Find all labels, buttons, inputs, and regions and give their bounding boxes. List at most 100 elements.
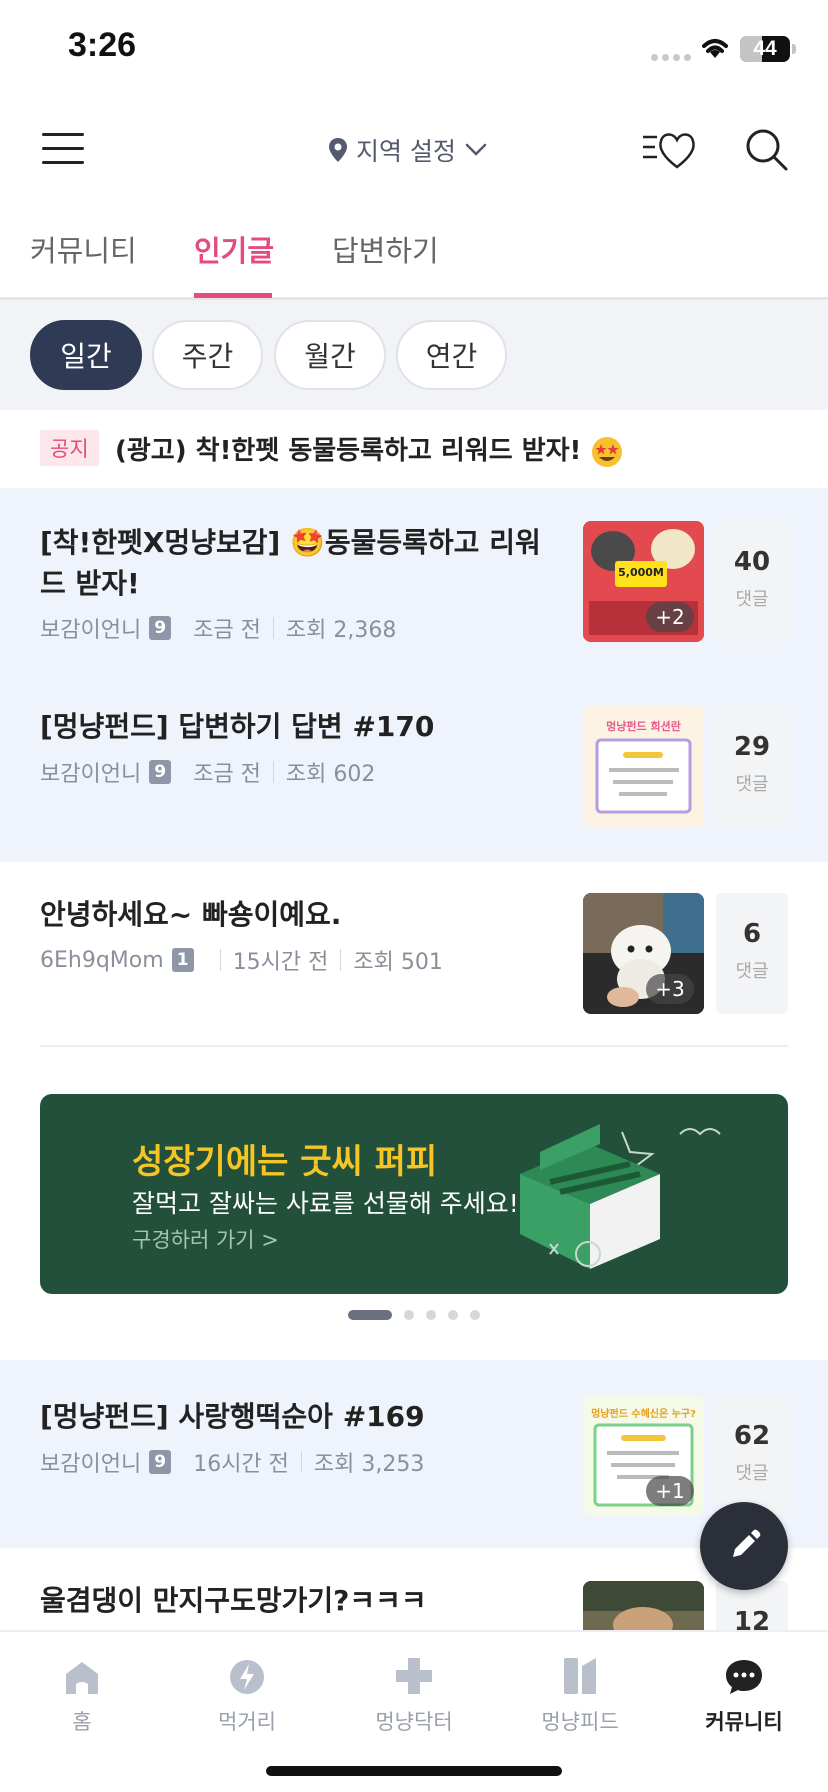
post-views: 조회 501 bbox=[353, 950, 443, 975]
notice-row[interactable]: 공지 (광고) 착!한펫 동물등록하고 리워드 받자! bbox=[0, 410, 828, 488]
carousel-dot[interactable] bbox=[348, 1310, 392, 1320]
battery-level-text: 44 bbox=[753, 37, 777, 60]
battery-cap bbox=[792, 44, 796, 54]
meta-separator bbox=[300, 1451, 302, 1473]
meta-separator bbox=[340, 949, 342, 971]
community-chat-icon bbox=[726, 1660, 762, 1694]
post-title: [멍냥펀드] 답변하기 답변 #170 bbox=[40, 710, 435, 743]
post-item[interactable]: [멍냥펀드] 답변하기 답변 #170 보감이언니 9 조금 전 조회 602 … bbox=[0, 668, 828, 862]
thumbnail-more-count: +3 bbox=[646, 974, 694, 1004]
nav-food[interactable]: 먹거리 bbox=[187, 1650, 307, 1736]
post-thumbnail[interactable]: +3 bbox=[583, 893, 704, 1014]
meta-separator bbox=[272, 617, 274, 639]
star-struck-emoji-icon bbox=[592, 436, 623, 467]
medical-cross-icon bbox=[396, 1658, 432, 1694]
post-meta: 보감이언니 9 16시간 전 조회 3,253 bbox=[40, 1446, 424, 1478]
comment-label: 댓글 bbox=[735, 961, 769, 982]
notice-badge: 공지 bbox=[40, 430, 99, 466]
post-time: 조금 전 bbox=[193, 762, 261, 787]
thumbnail-caption: 5,000M bbox=[618, 566, 664, 579]
filter-yearly[interactable]: 연간 bbox=[396, 320, 507, 390]
nav-doctor[interactable]: 멍냥닥터 bbox=[354, 1650, 474, 1736]
post-author: 보감이언니 bbox=[40, 1452, 142, 1477]
comment-label: 댓글 bbox=[735, 1463, 769, 1484]
post-thumbnail[interactable] bbox=[583, 1581, 704, 1630]
post-time: 15시간 전 bbox=[232, 950, 329, 975]
post-title: [멍냥펀드] 사랑행떡순아 #169 bbox=[40, 1400, 425, 1433]
promo-banner[interactable]: 성장기에는 굿씨 퍼피 잘먹고 잘싸는 사료를 선물해 주세요! 구경하러 가기… bbox=[40, 1094, 788, 1294]
comment-count-box: 62 댓글 bbox=[716, 1395, 788, 1516]
nav-home[interactable]: 홈 bbox=[22, 1650, 142, 1736]
notice-title: (광고) 착!한펫 동물등록하고 리워드 받자! bbox=[115, 436, 582, 466]
location-selector[interactable]: 지역 설정 bbox=[328, 128, 488, 172]
post-time: 16시간 전 bbox=[193, 1452, 289, 1477]
comment-count: 29 bbox=[733, 732, 771, 762]
comment-count-box: 6 댓글 bbox=[716, 893, 788, 1014]
wifi-icon bbox=[702, 39, 728, 58]
user-level-badge: 1 bbox=[171, 948, 194, 972]
carousel-dot[interactable] bbox=[470, 1310, 480, 1320]
post-meta: 6Eh9qMom 1 15시간 전 조회 501 bbox=[40, 944, 443, 976]
post-thumbnail[interactable]: 멍냥펀드 희션란 bbox=[583, 706, 704, 827]
write-post-button[interactable] bbox=[700, 1502, 788, 1590]
nav-community[interactable]: 커뮤니티 bbox=[684, 1650, 804, 1736]
comment-count-box: 29 댓글 bbox=[716, 706, 788, 827]
post-title: 울겸댕이 만지구도망가기?ㅋㅋㅋ bbox=[40, 1584, 427, 1617]
post-time: 조금 전 bbox=[193, 618, 261, 643]
post-author: 보감이언니 bbox=[40, 618, 142, 643]
comment-count: 12 bbox=[733, 1607, 771, 1630]
tab-popular[interactable]: 인기글 bbox=[194, 228, 274, 270]
period-filter-bar: 일간 주간 월간 연간 bbox=[0, 300, 828, 410]
comment-count-box: 40 댓글 bbox=[716, 521, 788, 642]
banner-link[interactable]: 구경하러 가기 > bbox=[132, 1224, 279, 1254]
notice-text: (광고) 착!한펫 동물등록하고 리워드 받자! bbox=[115, 430, 624, 469]
carousel-dot[interactable] bbox=[426, 1310, 436, 1320]
wishlist-heart-icon[interactable] bbox=[641, 127, 701, 173]
post-item[interactable]: [멍냥펀드] 사랑행떡순아 #169 보감이언니 9 16시간 전 조회 3,2… bbox=[0, 1360, 828, 1548]
comment-label: 댓글 bbox=[735, 589, 769, 610]
active-tab-indicator bbox=[194, 293, 272, 298]
filter-daily[interactable]: 일간 bbox=[30, 320, 142, 390]
nav-label: 커뮤니티 bbox=[705, 1710, 783, 1734]
nav-label: 먹거리 bbox=[218, 1710, 276, 1734]
carousel-dot[interactable] bbox=[448, 1310, 458, 1320]
search-icon[interactable] bbox=[744, 127, 790, 173]
tab-community[interactable]: 커뮤니티 bbox=[30, 228, 137, 270]
thumbnail-more-count: +1 bbox=[646, 1476, 694, 1506]
comment-count: 62 bbox=[733, 1421, 771, 1451]
post-meta: 보감이언니 9 조금 전 조회 2,368 bbox=[40, 612, 396, 644]
carousel-dot[interactable] bbox=[404, 1310, 414, 1320]
battery-icon: 44 bbox=[740, 36, 790, 62]
cellular-signal-icon bbox=[651, 54, 691, 61]
thumbnail-more-count: +2 bbox=[646, 602, 694, 632]
post-thumbnail[interactable]: 5,000M +2 bbox=[583, 521, 704, 642]
thumbnail-caption: 멍냥펀드 수혜신은 누구? bbox=[591, 1409, 696, 1420]
location-label: 지역 설정 bbox=[356, 137, 456, 166]
menu-icon[interactable] bbox=[42, 131, 84, 167]
user-level-badge: 9 bbox=[149, 1450, 172, 1474]
post-views: 조회 602 bbox=[285, 762, 376, 787]
user-level-badge: 9 bbox=[149, 616, 172, 640]
filter-monthly[interactable]: 월간 bbox=[274, 320, 386, 390]
status-bar: 3:26 44 bbox=[0, 0, 828, 100]
section-divider bbox=[40, 1045, 788, 1047]
nav-label: 멍냥닥터 bbox=[375, 1710, 453, 1734]
post-views: 조회 2,368 bbox=[285, 618, 397, 643]
nav-label: 멍냥피드 bbox=[541, 1710, 619, 1734]
nav-feed[interactable]: 멍냥피드 bbox=[520, 1650, 640, 1736]
location-pin-icon bbox=[329, 138, 347, 162]
post-title: 안녕하세요~ 빠숑이예요. bbox=[40, 898, 342, 931]
post-item[interactable]: 안녕하세요~ 빠숑이예요. 6Eh9qMom 1 15시간 전 조회 501 +… bbox=[0, 862, 828, 1046]
meta-separator bbox=[272, 761, 274, 783]
tab-answer[interactable]: 답변하기 bbox=[332, 228, 439, 270]
post-item[interactable]: [착!한펫X멍냥보감] 🤩동물등록하고 리워드 받자! 보감이언니 9 조금 전… bbox=[0, 488, 828, 668]
nav-label: 홈 bbox=[72, 1710, 92, 1734]
comment-count: 6 bbox=[742, 919, 762, 949]
product-box-illustration bbox=[520, 1124, 721, 1269]
post-views: 조회 3,253 bbox=[313, 1452, 425, 1477]
comment-label: 댓글 bbox=[735, 774, 769, 795]
post-author: 6Eh9qMom bbox=[40, 947, 164, 973]
post-thumbnail[interactable]: 멍냥펀드 수혜신은 누구? +1 bbox=[583, 1395, 704, 1516]
top-tabs: 커뮤니티 인기글 답변하기 bbox=[0, 200, 828, 300]
filter-weekly[interactable]: 주간 bbox=[152, 320, 263, 390]
